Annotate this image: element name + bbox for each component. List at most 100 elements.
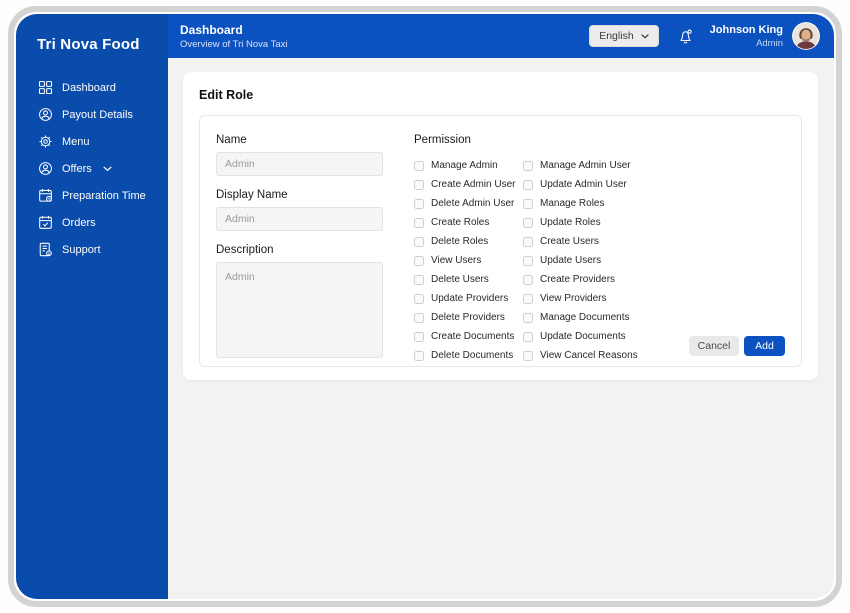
checkbox-delete-documents[interactable]: Delete Documents (414, 346, 523, 365)
name-label: Name (216, 134, 247, 146)
checkbox-icon (414, 179, 424, 190)
avatar[interactable] (792, 22, 820, 50)
checkbox-label: Manage Admin (431, 160, 498, 171)
sidebar-item-label: Support (62, 243, 101, 256)
checkbox-update-roles[interactable]: Update Roles (523, 213, 703, 232)
checkbox-icon (523, 293, 533, 304)
checkbox-delete-roles[interactable]: Delete Roles (414, 232, 523, 251)
sidebar-item-support[interactable]: Support (16, 236, 168, 263)
user-info: Johnson King Admin (710, 24, 783, 49)
sidebar-item-dashboard[interactable]: Dashboard (16, 74, 168, 101)
checkbox-icon (523, 198, 533, 209)
checkbox-create-documents[interactable]: Create Documents (414, 327, 523, 346)
add-button[interactable]: Add (744, 336, 785, 356)
checkbox-label: Update Users (540, 255, 602, 266)
checkbox-create-users[interactable]: Create Users (523, 232, 703, 251)
checkbox-manage-admin-user[interactable]: Manage Admin User (523, 156, 703, 175)
checkbox-label: Delete Documents (431, 350, 514, 361)
checkbox-delete-admin-user[interactable]: Delete Admin User (414, 194, 523, 213)
checkbox-icon (414, 331, 424, 342)
display-name-input[interactable] (216, 207, 383, 231)
checkbox-icon (414, 198, 424, 209)
calendar-check-icon (38, 215, 53, 230)
checkbox-label: View Providers (540, 293, 607, 304)
checkbox-icon (414, 217, 424, 228)
bell-icon[interactable] (677, 28, 694, 45)
cancel-button[interactable]: Cancel (689, 336, 739, 356)
checkbox-label: View Users (431, 255, 482, 266)
language-value: English (599, 30, 634, 42)
checkbox-create-roles[interactable]: Create Roles (414, 213, 523, 232)
sidebar-item-label: Preparation Time (62, 189, 146, 202)
checkbox-update-providers[interactable]: Update Providers (414, 289, 523, 308)
checkbox-view-cancel-reasons[interactable]: View Cancel Reasons (523, 346, 703, 365)
chevron-down-icon (103, 166, 112, 172)
checkbox-manage-roles[interactable]: Manage Roles (523, 194, 703, 213)
permissions-column: Permission Manage Admin Manage Admin Use… (414, 134, 785, 361)
checkbox-delete-users[interactable]: Delete Users (414, 270, 523, 289)
sidebar-item-offers[interactable]: Offers (16, 155, 168, 182)
sidebar-item-orders[interactable]: Orders (16, 209, 168, 236)
user-circle-icon (38, 161, 53, 176)
checkbox-label: Update Admin User (540, 179, 627, 190)
checkbox-create-providers[interactable]: Create Providers (523, 270, 703, 289)
permission-title: Permission (414, 134, 471, 146)
checkbox-manage-documents[interactable]: Manage Documents (523, 308, 703, 327)
checkbox-update-users[interactable]: Update Users (523, 251, 703, 270)
checkbox-update-admin-user[interactable]: Update Admin User (523, 175, 703, 194)
checkbox-label: Create Documents (431, 331, 515, 342)
sidebar-item-label: Menu (62, 135, 90, 148)
checkbox-icon (523, 160, 533, 171)
checkbox-icon (523, 274, 533, 285)
checkbox-icon (414, 255, 424, 266)
page-title: Edit Role (199, 88, 254, 102)
checkbox-create-admin-user[interactable]: Create Admin User (414, 175, 523, 194)
document-badge-icon (38, 242, 53, 257)
sidebar-item-label: Orders (62, 216, 96, 229)
checkbox-label: View Cancel Reasons (540, 350, 638, 361)
page-header-title: Dashboard (180, 22, 243, 37)
checkbox-delete-providers[interactable]: Delete Providers (414, 308, 523, 327)
top-header: Dashboard Overview of Tri Nova Taxi Engl… (168, 14, 834, 58)
checkbox-icon (523, 312, 533, 323)
checkbox-label: Create Providers (540, 274, 616, 285)
display-name-label: Display Name (216, 189, 288, 201)
user-role: Admin (756, 37, 783, 49)
sidebar-item-preparation-time[interactable]: Preparation Time (16, 182, 168, 209)
checkbox-icon (523, 217, 533, 228)
gear-icon (38, 134, 53, 149)
checkbox-label: Manage Documents (540, 312, 630, 323)
header-titles: Dashboard Overview of Tri Nova Taxi (180, 23, 288, 50)
sidebar-item-label: Dashboard (62, 81, 116, 94)
sidebar-item-label: Payout Details (62, 108, 133, 121)
checkbox-label: Update Documents (540, 331, 626, 342)
checkbox-icon (523, 255, 533, 266)
language-selector[interactable]: English (589, 25, 659, 47)
edit-role-card: Edit Role Name Display Name Description … (183, 72, 818, 380)
calendar-clock-icon (38, 188, 53, 203)
name-input[interactable] (216, 152, 383, 176)
description-textarea[interactable]: Admin (216, 262, 383, 358)
user-name: Johnson King (709, 23, 783, 36)
checkbox-icon (414, 350, 424, 361)
edit-role-panel: Name Display Name Description Admin Perm… (199, 115, 802, 367)
user-circle-icon (38, 107, 53, 122)
checkbox-label: Delete Admin User (431, 198, 515, 209)
main-area: Dashboard Overview of Tri Nova Taxi Engl… (168, 14, 834, 599)
checkbox-icon (414, 236, 424, 247)
content-area: Edit Role Name Display Name Description … (168, 58, 834, 599)
checkbox-icon (523, 236, 533, 247)
sidebar-nav: Dashboard Payout Details Menu Offers Pre… (16, 74, 168, 263)
checkbox-view-providers[interactable]: View Providers (523, 289, 703, 308)
checkbox-update-documents[interactable]: Update Documents (523, 327, 703, 346)
checkbox-manage-admin[interactable]: Manage Admin (414, 156, 523, 175)
checkbox-label: Create Admin User (431, 179, 516, 190)
sidebar-item-menu[interactable]: Menu (16, 128, 168, 155)
brand-title: Tri Nova Food (37, 36, 140, 53)
form-actions: Cancel Add (689, 336, 785, 356)
sidebar-item-payout-details[interactable]: Payout Details (16, 101, 168, 128)
checkbox-view-users[interactable]: View Users (414, 251, 523, 270)
checkbox-label: Delete Providers (431, 312, 505, 323)
checkbox-icon (523, 179, 533, 190)
permission-grid: Manage Admin Manage Admin User Create Ad… (414, 156, 785, 365)
